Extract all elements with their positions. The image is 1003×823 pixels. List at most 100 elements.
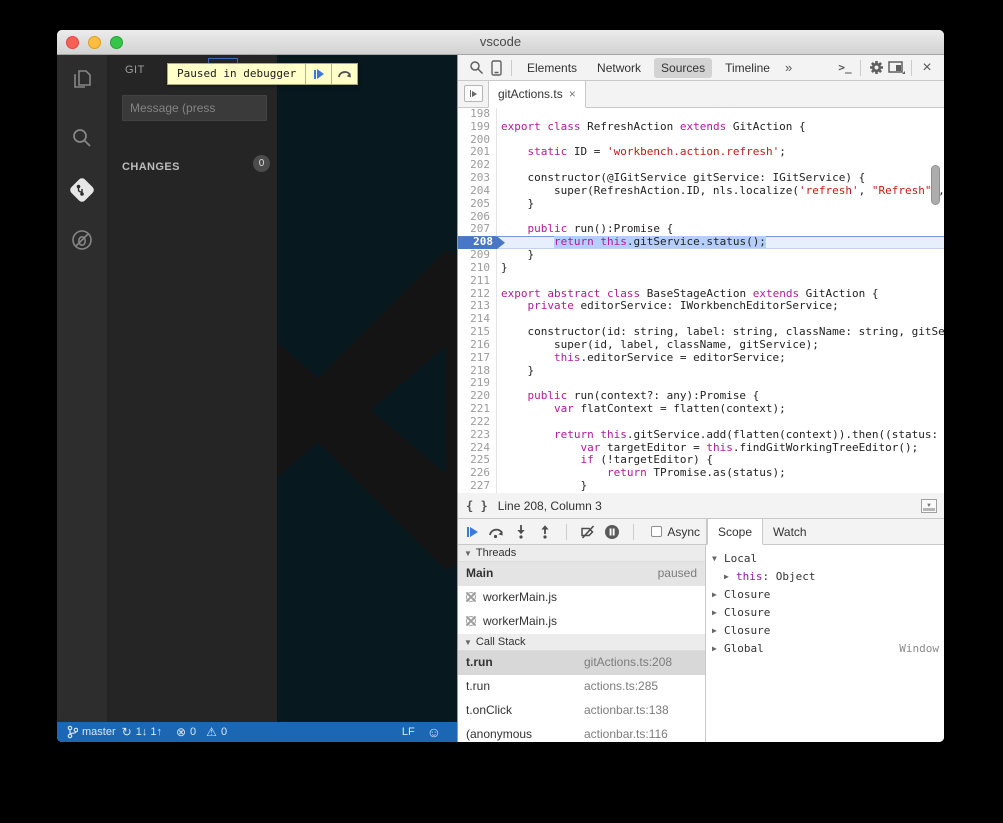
code-line: 220 public run(context?: any):Promise { [458,390,944,403]
banner-resume-button[interactable] [305,64,331,84]
warnings-icon: ⚠ [206,726,217,738]
scope-tree-item[interactable]: ▶Closure [706,621,944,639]
eol-indicator[interactable]: LF [402,726,415,738]
code-line: 207 public run():Promise { [458,223,944,236]
code-line: 202 [458,159,944,172]
dock-side-icon[interactable] [886,58,906,78]
commit-message-input[interactable] [122,95,267,121]
line-number[interactable]: 227 [458,480,497,493]
devtools-tab-sources[interactable]: Sources [654,58,712,78]
console-drawer-icon[interactable]: >_ [835,58,855,78]
branch-icon [67,725,78,739]
line-number[interactable]: 216 [458,339,497,352]
debug-icon[interactable] [69,227,95,253]
more-tabs-chevron[interactable]: » [780,60,797,75]
devtools-tab-elements[interactable]: Elements [520,58,584,78]
vscode-window: vscode [57,30,944,742]
line-number[interactable]: 198 [458,108,497,121]
threads-section-header[interactable]: ▼Threads [458,545,705,562]
scope-tree-item[interactable]: ▶GlobalWindow [706,639,944,657]
line-number[interactable]: 223 [458,429,497,442]
code-line: 227 } [458,480,944,493]
toolbar-divider [633,524,634,540]
deactivate-breakpoints-button[interactable] [580,523,596,541]
search-icon[interactable] [69,125,95,151]
line-number[interactable]: 210 [458,262,497,275]
step-into-button[interactable] [513,523,529,541]
line-number[interactable]: 222 [458,416,497,429]
toolbar-divider [860,60,861,76]
step-over-button[interactable] [488,523,504,541]
changes-section-header[interactable]: CHANGES 0 [122,157,270,175]
side-tab-scope[interactable]: Scope [707,519,763,545]
editor-scrollbar-thumb[interactable] [931,165,940,205]
git-icon[interactable] [69,177,95,203]
file-tab-close-icon[interactable]: × [569,87,576,101]
line-number[interactable]: 209 [458,249,497,262]
debugger-controls: Async [458,519,706,544]
explorer-icon[interactable] [69,67,95,93]
step-over-icon [337,68,352,80]
feedback-smiley-icon[interactable]: ☺ [427,725,441,739]
pretty-print-icon[interactable]: { } [466,499,488,513]
git-sidebar: GIT CHANGES 0 [107,55,277,722]
side-tab-watch[interactable]: Watch [763,519,817,544]
code-line: 225 if (!targetEditor) { [458,454,944,467]
call-stack-frame[interactable]: (anonymous function)actionbar.ts:116 [458,723,705,742]
line-number[interactable]: 221 [458,403,497,416]
execution-line-marker: 208 [458,236,505,249]
debugger-side-tabs: ScopeWatch [706,519,944,544]
line-number[interactable]: 205 [458,198,497,211]
line-number[interactable]: 204 [458,185,497,198]
scope-tree-item[interactable]: ▼Local [706,549,944,567]
async-checkbox[interactable] [651,526,662,537]
problems-indicator[interactable]: ⊗ 0 ⚠ 0 [176,726,227,738]
debugger-left-pane: ▼ThreadsMainpausedworkerMain.jsworkerMai… [458,545,706,742]
banner-step-over-button[interactable] [331,64,357,84]
call-stack-section-header[interactable]: ▼Call Stack [458,634,705,651]
editor-background [277,55,457,722]
line-number[interactable]: 211 [458,275,497,288]
show-navigator-icon[interactable] [464,85,483,102]
line-number[interactable]: 199 [458,121,497,134]
scope-tree-item[interactable]: ▶Closure [706,585,944,603]
devtools-tab-timeline[interactable]: Timeline [718,58,777,78]
device-mode-icon[interactable] [486,58,506,78]
resume-script-button[interactable] [464,523,480,541]
thread-row[interactable]: workerMain.js [458,610,705,634]
code-line: 219 [458,377,944,390]
step-out-button[interactable] [537,523,553,541]
sidebar-title: GIT [125,64,145,76]
code-line: 212export abstract class BaseStageAction… [458,288,944,301]
resume-icon [314,69,324,79]
branch-name: master [82,726,116,738]
toggle-drawer-icon[interactable] [921,499,937,513]
scope-tree-item[interactable]: ▶this: Object [706,567,944,585]
devtools-tab-network[interactable]: Network [590,58,648,78]
warnings-count: 0 [221,726,227,738]
call-stack-frame[interactable]: t.runactions.ts:285 [458,675,705,699]
code-line: 216 super(id, label, className, gitServi… [458,339,944,352]
scope-tree-item[interactable]: ▶Closure [706,603,944,621]
file-tab-gitactions[interactable]: gitActions.ts × [488,81,586,108]
pause-on-exceptions-button[interactable] [604,523,620,541]
settings-gear-icon[interactable] [866,58,886,78]
sync-counts: 1↓ 1↑ [136,726,162,738]
file-tab-label: gitActions.ts [498,87,563,101]
code-line: 210} [458,262,944,275]
devtools-close-icon[interactable]: × [917,58,937,78]
changes-count-badge: 0 [253,155,270,172]
sync-indicator[interactable]: ↻ 1↓ 1↑ [122,726,162,738]
line-number[interactable]: 215 [458,326,497,339]
branch-indicator[interactable]: master [67,725,116,739]
call-stack-frame[interactable]: t.rungitActions.ts:208 [458,651,705,675]
worker-gear-icon [466,592,476,602]
thread-row[interactable]: workerMain.js [458,586,705,610]
inspect-element-icon[interactable] [466,58,486,78]
line-number[interactable]: 217 [458,352,497,365]
call-stack-frame[interactable]: t.onClickactionbar.ts:138 [458,699,705,723]
code-line: 208208 return this.gitService.status(); [458,236,944,249]
code-line: 209 } [458,249,944,262]
source-code-editor[interactable]: 198199export class RefreshAction extends… [458,108,944,493]
thread-row[interactable]: Mainpaused [458,562,705,586]
